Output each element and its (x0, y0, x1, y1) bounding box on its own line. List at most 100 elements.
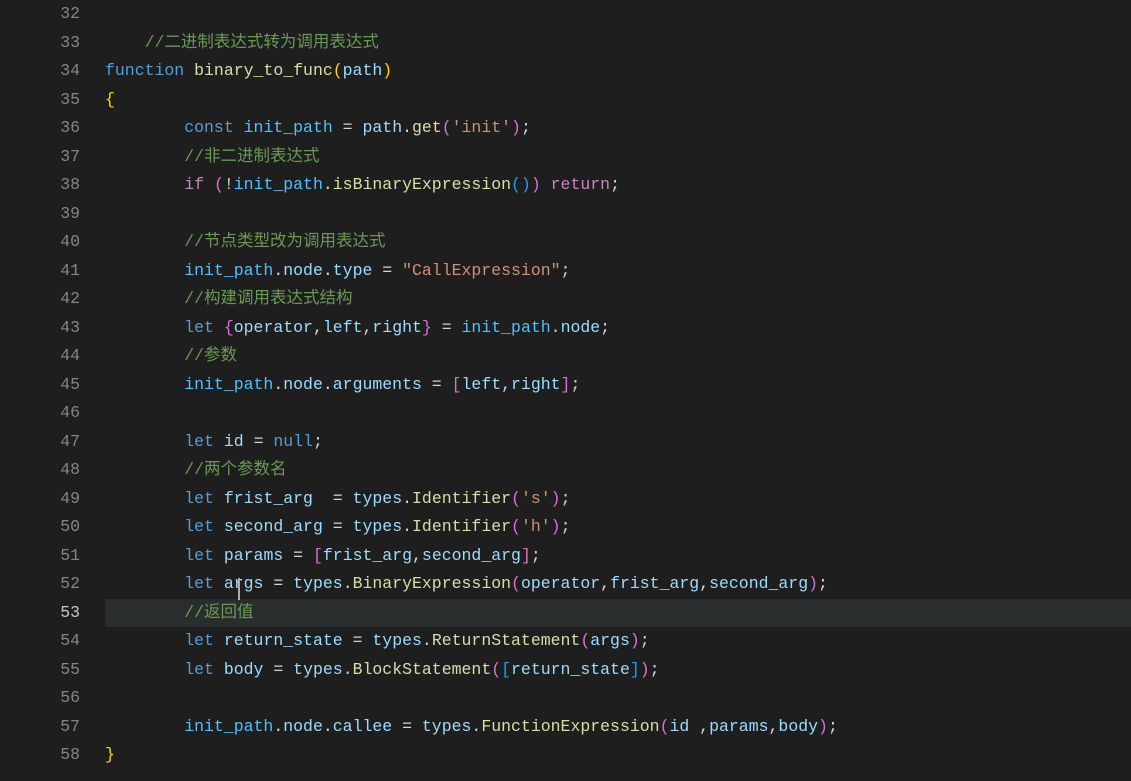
code-token: second_arg (422, 546, 521, 565)
code-line[interactable] (105, 0, 1131, 29)
code-token (323, 517, 333, 536)
code-token: . (273, 717, 283, 736)
code-token: init_path (244, 118, 333, 137)
line-number: 42 (20, 285, 80, 314)
code-line[interactable]: const init_path = path.get('init'); (105, 114, 1131, 143)
code-token: return_state (224, 631, 343, 650)
code-line[interactable]: function binary_to_func(path) (105, 57, 1131, 86)
code-token: body (224, 660, 264, 679)
code-token: let (184, 574, 214, 593)
code-line[interactable]: init_path.node.callee = types.FunctionEx… (105, 713, 1131, 742)
code-token: ; (818, 574, 828, 593)
code-line[interactable]: //参数 (105, 342, 1131, 371)
code-token (343, 517, 353, 536)
code-token (214, 660, 224, 679)
code-token: . (343, 660, 353, 679)
code-token: ( (214, 175, 224, 194)
code-token: . (323, 261, 333, 280)
code-line[interactable]: let params = [frist_arg,second_arg]; (105, 542, 1131, 571)
code-line[interactable]: //非二进制表达式 (105, 143, 1131, 172)
line-number: 53 (20, 599, 80, 628)
code-line[interactable]: { (105, 86, 1131, 115)
code-token: = (432, 375, 442, 394)
code-line[interactable]: let return_state = types.ReturnStatement… (105, 627, 1131, 656)
code-token (333, 118, 343, 137)
code-token: [ (452, 375, 462, 394)
line-number: 34 (20, 57, 80, 86)
code-line[interactable]: init_path.node.arguments = [left,right]; (105, 371, 1131, 400)
code-line[interactable]: if (!init_path.isBinaryExpression()) ret… (105, 171, 1131, 200)
code-token: params (224, 546, 283, 565)
code-token: = (353, 631, 363, 650)
code-token (372, 261, 382, 280)
line-number: 58 (20, 741, 80, 770)
code-token: = (293, 546, 303, 565)
code-token (412, 717, 422, 736)
line-number: 39 (20, 200, 80, 229)
code-token: ( (511, 175, 521, 194)
code-line[interactable] (105, 200, 1131, 229)
code-line[interactable]: let args = types.BinaryExpression(operat… (105, 570, 1131, 599)
code-line[interactable]: //两个参数名 (105, 456, 1131, 485)
code-token: , (689, 717, 709, 736)
line-number: 56 (20, 684, 80, 713)
code-token: node (283, 261, 323, 280)
code-token: ) (531, 175, 541, 194)
line-number: 41 (20, 257, 80, 286)
code-token (283, 660, 293, 679)
code-token: ( (660, 717, 670, 736)
code-token: ( (580, 631, 590, 650)
code-token: ( (511, 574, 521, 593)
code-token: ; (313, 432, 323, 451)
code-line[interactable] (105, 399, 1131, 428)
code-line[interactable]: let id = null; (105, 428, 1131, 457)
code-token: ) (808, 574, 818, 593)
code-token (432, 318, 442, 337)
code-token (214, 318, 224, 337)
code-line[interactable]: let body = types.BlockStatement([return_… (105, 656, 1131, 685)
line-number: 32 (20, 0, 80, 29)
code-line[interactable]: init_path.node.type = "CallExpression"; (105, 257, 1131, 286)
code-line[interactable]: let frist_arg = types.Identifier('s'); (105, 485, 1131, 514)
code-line[interactable]: //二进制表达式转为调用表达式 (105, 29, 1131, 58)
code-token: . (422, 631, 432, 650)
code-token: const (184, 118, 234, 137)
line-number: 54 (20, 627, 80, 656)
code-token: left (462, 375, 502, 394)
code-token: //构建调用表达式结构 (184, 289, 352, 308)
code-token: arguments (333, 375, 422, 394)
code-token: } (422, 318, 432, 337)
code-token: null (273, 432, 313, 451)
code-token: 's' (521, 489, 551, 508)
code-editor[interactable]: 3233343536373839404142434445464748495051… (0, 0, 1131, 781)
code-token: "CallExpression" (402, 261, 560, 280)
code-token: node (283, 375, 323, 394)
code-token: ( (491, 660, 501, 679)
code-token: types (372, 631, 422, 650)
code-token (214, 574, 224, 593)
code-line[interactable]: //构建调用表达式结构 (105, 285, 1131, 314)
code-token: ( (442, 118, 452, 137)
code-token (353, 118, 363, 137)
code-token: , (769, 717, 779, 736)
code-line[interactable]: //返回值 (105, 599, 1131, 628)
code-token (303, 546, 313, 565)
code-token: ( (511, 517, 521, 536)
code-token: types (293, 660, 343, 679)
code-token: ) (382, 61, 392, 80)
code-line[interactable]: let {operator,left,right} = init_path.no… (105, 314, 1131, 343)
code-token: ) (630, 631, 640, 650)
code-token: right (511, 375, 561, 394)
code-line[interactable]: let second_arg = types.Identifier('h'); (105, 513, 1131, 542)
code-token: ; (561, 517, 571, 536)
code-content-area[interactable]: //二进制表达式转为调用表达式function binary_to_func(p… (105, 0, 1131, 781)
code-line[interactable] (105, 684, 1131, 713)
code-token: = (333, 489, 343, 508)
code-token: FunctionExpression (481, 717, 659, 736)
code-line[interactable]: } (105, 741, 1131, 770)
code-token: frist_arg (224, 489, 313, 508)
code-token: = (402, 717, 412, 736)
code-token: second_arg (709, 574, 808, 593)
code-line[interactable]: //节点类型改为调用表达式 (105, 228, 1131, 257)
code-token: ( (511, 489, 521, 508)
